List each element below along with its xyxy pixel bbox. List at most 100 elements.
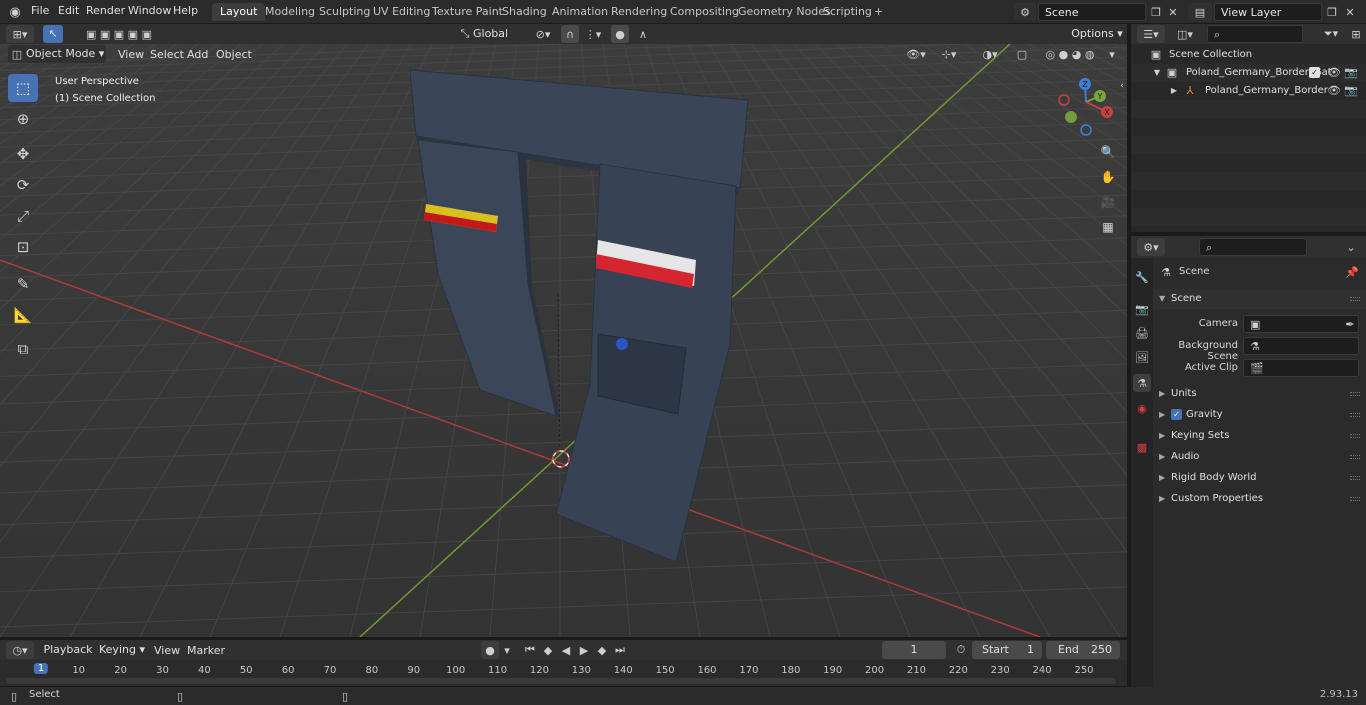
menu-edit[interactable]: Edit [58, 4, 79, 17]
outliner-row-object[interactable]: ▶ ⅄ Poland_Germany_Border 👁 📷 [1131, 82, 1366, 100]
expand-arrow-icon[interactable]: ▼ [1151, 64, 1163, 82]
pan-hand-icon[interactable]: ✋ [1097, 166, 1119, 188]
scale-tool-icon[interactable]: ⤢ [8, 202, 38, 230]
gravity-checkbox[interactable]: ✓ [1171, 409, 1182, 420]
playback-menu[interactable]: Playback ▾ [40, 641, 96, 674]
visibility-filter-icon[interactable]: 👁▾ [903, 45, 929, 63]
annotate-tool-icon[interactable]: ✎ [8, 270, 38, 298]
rotate-tool-icon[interactable]: ⟳ [8, 171, 38, 199]
timeline-menu-view[interactable]: View [154, 644, 180, 657]
stopwatch-icon[interactable]: ⏱ [952, 641, 970, 659]
menu-help[interactable]: Help [173, 4, 198, 17]
keying-sets-panel[interactable]: ▶ Keying Sets [1153, 426, 1366, 446]
move-tool-icon[interactable]: ✥ [8, 140, 38, 168]
viewport-menu-add[interactable]: Add [187, 48, 208, 61]
scene-tab-icon[interactable]: ⚗ [1133, 374, 1151, 392]
scene-panel-header[interactable]: ▼ Scene [1153, 289, 1366, 309]
viewport-menu-view[interactable]: View [118, 48, 144, 61]
timeline-editor-type-icon[interactable]: ◷▾ [6, 641, 34, 659]
timeline-scrollbar[interactable] [6, 678, 1116, 684]
menu-window[interactable]: Window [128, 4, 171, 17]
play-icon[interactable]: ▶ [575, 641, 593, 659]
add-workspace-button[interactable]: + [866, 3, 891, 21]
prev-keyframe-icon[interactable]: ◆ [539, 641, 557, 659]
start-frame-field[interactable]: Start 1 [972, 641, 1042, 659]
jump-start-icon[interactable]: ⏮ [521, 641, 539, 659]
background-scene-field[interactable]: ⚗ [1243, 337, 1359, 355]
eye-icon[interactable]: 👁 [1327, 82, 1341, 100]
next-keyframe-icon[interactable]: ◆ [593, 641, 611, 659]
custom-properties-panel[interactable]: ▶ Custom Properties [1153, 489, 1366, 509]
filter-icon[interactable]: ⏷▾ [1317, 25, 1345, 43]
output-tab-icon[interactable]: 🖨 [1133, 324, 1151, 342]
drag-grip-icon[interactable] [1350, 434, 1360, 438]
select-tool-icon[interactable]: ↖ [43, 25, 63, 43]
active-clip-field[interactable]: 🎬 [1243, 359, 1359, 377]
copy-layer-icon[interactable]: ❐ [1324, 3, 1340, 21]
chevron-down-icon[interactable]: ⌄ [1343, 238, 1359, 256]
menu-render[interactable]: Render [86, 4, 125, 17]
xray-icon[interactable]: ▢ [1014, 45, 1030, 63]
camera-field[interactable]: ▣ [1243, 315, 1359, 333]
blender-logo-icon[interactable]: ◉ [6, 3, 24, 21]
outliner-row-root[interactable]: ▣ Scene Collection [1131, 46, 1366, 64]
pivot-icon[interactable]: ⊘▾ [530, 25, 556, 43]
view-layer-tab-icon[interactable]: 🖼 [1133, 348, 1151, 366]
jump-end-icon[interactable]: ⏭ [611, 641, 629, 659]
properties-editor-type-icon[interactable]: ⚙▾ [1137, 238, 1165, 256]
timeline-menu-marker[interactable]: Marker [187, 644, 225, 657]
snap-target-icon[interactable]: ⋮▾ [580, 25, 606, 43]
editor-type-icon[interactable]: ⊞▾ [6, 25, 34, 43]
navigation-gizmo[interactable]: Z Y X [1055, 74, 1121, 140]
render-tab-icon[interactable]: 📷 [1133, 300, 1151, 318]
sidebar-expand-icon[interactable]: ‹ [1118, 80, 1126, 92]
shading-dropdown-icon[interactable]: ▾ [1106, 45, 1118, 63]
drag-grip-icon[interactable] [1350, 297, 1360, 301]
camera-render-icon[interactable]: 📷 [1344, 64, 1358, 82]
outliner-editor-type-icon[interactable]: ☰▾ [1137, 25, 1165, 43]
view-layer-field[interactable]: View Layer [1214, 3, 1322, 21]
new-collection-icon[interactable]: ⊞ [1349, 25, 1363, 43]
include-checkbox[interactable]: ✓ [1309, 67, 1320, 78]
cursor-tool-icon[interactable]: ⊕ [8, 105, 38, 133]
outliner-row-gate[interactable]: ▼ ▣ Poland_Germany_Border_Gat ✓ 👁 📷 [1131, 64, 1366, 82]
audio-panel[interactable]: ▶ Audio [1153, 447, 1366, 467]
outliner-search-input[interactable]: ⌕ [1207, 25, 1303, 43]
record-icon[interactable]: ● [481, 641, 499, 659]
snap-icon[interactable]: ∩ [561, 25, 579, 43]
perspective-grid-icon[interactable]: ▦ [1097, 216, 1119, 238]
transform-tool-icon[interactable]: ⊡ [8, 233, 38, 261]
world-tab-icon[interactable]: ◉ [1133, 399, 1151, 417]
scene-browse-icon[interactable]: ⚙ [1014, 3, 1036, 21]
drag-grip-icon[interactable] [1350, 392, 1360, 396]
shading-modes-icons[interactable]: ◎ ● ◕ ◍ [1035, 45, 1105, 63]
options-button[interactable]: Options ▾ [1070, 25, 1124, 43]
eye-icon[interactable]: 👁 [1327, 64, 1341, 82]
drag-grip-icon[interactable] [1350, 497, 1360, 501]
gizmo-toggle-icon[interactable]: ⊹▾ [934, 45, 964, 63]
select-box-tool-icon[interactable]: ⬚ [8, 74, 38, 102]
collapse-arrow-icon[interactable]: ▶ [1169, 82, 1179, 100]
current-frame-field[interactable]: 1 [882, 641, 946, 659]
view-layer-browse-icon[interactable]: ▤ [1188, 3, 1212, 21]
chevron-down-icon[interactable]: ▾ [500, 641, 514, 659]
menu-file[interactable]: File [31, 4, 49, 17]
zoom-icon[interactable]: 🔍 [1097, 141, 1119, 163]
tool-tab-icon[interactable]: 🔧 [1133, 268, 1151, 286]
drag-grip-icon[interactable] [1350, 413, 1360, 417]
drag-grip-icon[interactable] [1350, 476, 1360, 480]
gravity-panel[interactable]: ▶ ✓ Gravity [1153, 405, 1366, 425]
drag-grip-icon[interactable] [1350, 455, 1360, 459]
eyedropper-icon[interactable]: ✒ [1343, 316, 1357, 332]
display-mode-icon[interactable]: ◫▾ [1171, 25, 1199, 43]
end-frame-field[interactable]: End 250 [1046, 641, 1120, 659]
units-panel[interactable]: ▶ Units [1153, 384, 1366, 404]
selection-mode-icons[interactable]: ▣ ▣ ▣ ▣ ▣ [78, 25, 160, 43]
measure-tool-icon[interactable]: 📐 [8, 301, 38, 329]
add-cube-tool-icon[interactable]: ⧉ [8, 335, 38, 363]
properties-search-input[interactable]: ⌕ [1199, 238, 1307, 256]
camera-view-icon[interactable]: 🎥 [1097, 191, 1119, 213]
copy-scene-icon[interactable]: ❐ [1148, 3, 1164, 21]
timeline-ruler[interactable]: 1 10 20 30 40 50 60 70 80 90 100 110 120 130 140 150 160… [0, 660, 1127, 686]
scene-name-field[interactable]: Scene [1038, 3, 1146, 21]
